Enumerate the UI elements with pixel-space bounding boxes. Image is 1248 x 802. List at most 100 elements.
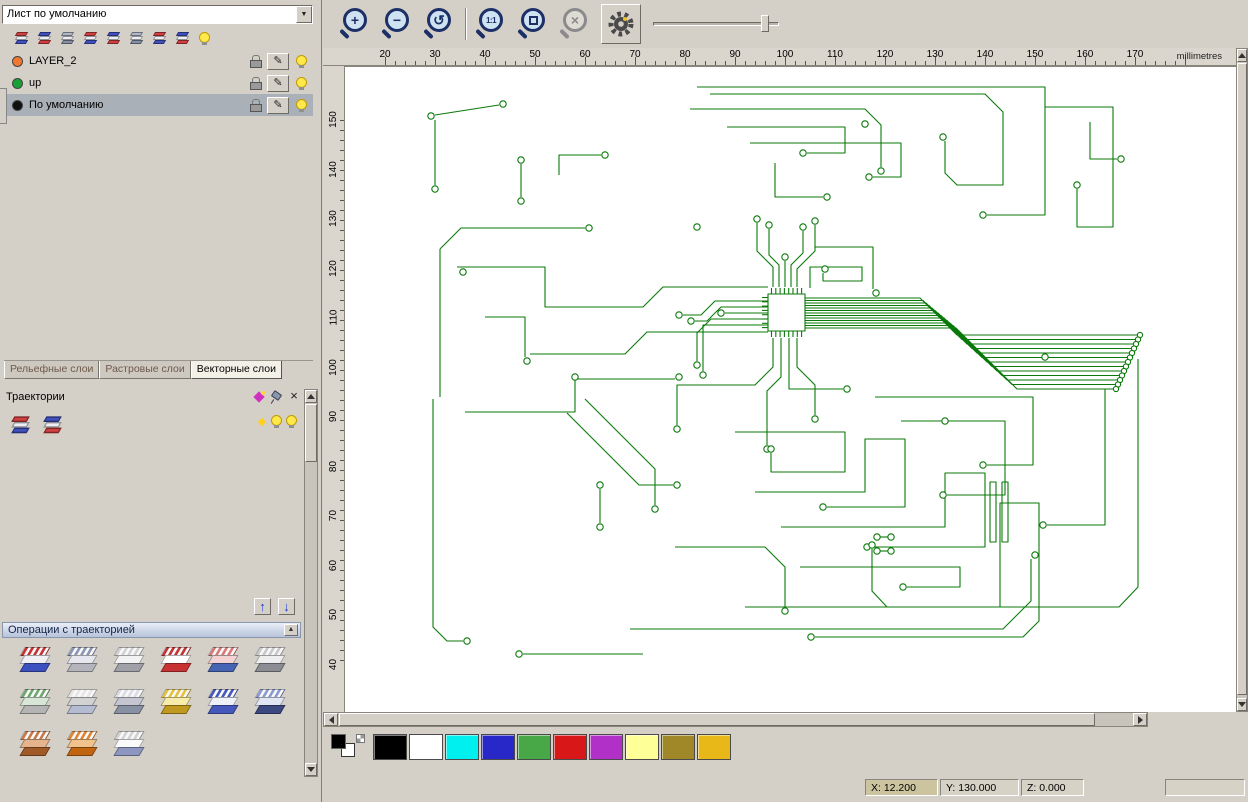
toolpath-list-icon[interactable] [42, 415, 64, 436]
palette-swatch[interactable] [409, 734, 443, 760]
dropdown-arrow-icon[interactable]: ▼ [296, 6, 312, 23]
layer-row[interactable]: LAYER_2 ✎ [0, 50, 313, 72]
toolpath-operation-icon[interactable] [63, 644, 101, 678]
ruler-minor-ticks [340, 120, 344, 665]
layer-visibility-bulb-icon[interactable] [295, 98, 307, 112]
scroll-up-button[interactable] [1237, 49, 1247, 62]
scrollbar-thumb[interactable] [339, 713, 1095, 726]
layer-tool-icon[interactable] [106, 31, 122, 46]
sparkle-icon[interactable] [257, 417, 267, 427]
layer-visibility-bulb-icon[interactable] [295, 54, 307, 68]
pin-icon[interactable] [270, 391, 282, 404]
transparency-checker-icon[interactable] [356, 734, 365, 743]
toolpath-operation-icon[interactable] [16, 644, 54, 678]
collapse-section-button[interactable]: ▲ [284, 624, 298, 636]
toolpaths-panel-header: Траектории × [2, 389, 301, 405]
layer-tab[interactable]: Растровые слои [99, 361, 191, 379]
edit-layer-button[interactable]: ✎ [267, 96, 289, 114]
layer-row[interactable]: По умолчанию ✎ [0, 94, 313, 116]
layer-row[interactable]: up ✎ [0, 72, 313, 94]
layer-tool-icon[interactable] [175, 31, 191, 46]
toolpath-bulb-icon[interactable] [270, 415, 282, 428]
canvas-horizontal-scrollbar[interactable] [323, 712, 1148, 727]
scroll-up-button[interactable] [305, 390, 317, 403]
toolpath-operation-icon[interactable] [110, 644, 148, 678]
toggle-all-visibility-bulb-icon[interactable] [198, 31, 210, 45]
zoom-fit-button[interactable] [515, 6, 551, 42]
cursor-z-readout: Z: 0.000 [1021, 779, 1084, 796]
layer-tool-icon[interactable] [37, 31, 53, 46]
toolpath-operation-icon[interactable] [251, 644, 289, 678]
canvas-vertical-scrollbar[interactable] [1236, 48, 1248, 712]
toolpath-operation-icon[interactable] [63, 686, 101, 720]
scroll-down-button[interactable] [305, 763, 317, 776]
zoom-1to1-button[interactable]: 1:1 [473, 6, 509, 42]
scroll-left-button[interactable] [324, 713, 338, 726]
zoom-slider[interactable] [653, 14, 783, 34]
toolpath-operation-icon[interactable] [16, 728, 54, 762]
toolpath-operation-icon[interactable] [157, 644, 195, 678]
zoom-previous-button[interactable]: ↺ [421, 6, 457, 42]
layer-list: LAYER_2 ✎ up ✎ По умолчанию ✎ [0, 50, 313, 116]
toolpath-operation-icon[interactable] [110, 686, 148, 720]
palette-swatch[interactable] [661, 734, 695, 760]
panel-edge-grip[interactable] [0, 88, 7, 124]
layer-tab[interactable]: Векторные слои [190, 361, 282, 379]
toolpath-list-icon[interactable] [10, 415, 32, 436]
palette-swatch[interactable] [589, 734, 623, 760]
zoom-out-button[interactable]: − [379, 6, 415, 42]
palette-swatch[interactable] [445, 734, 479, 760]
toolpath-operation-icon[interactable] [110, 728, 148, 762]
layers-panel: Лист по умолчанию ▼ LAYER_2 ✎ up ✎ По ум… [0, 0, 322, 802]
toolpath-bulb-icon[interactable] [285, 415, 297, 428]
layer-tool-icon[interactable] [60, 31, 76, 46]
scrollbar-thumb[interactable] [305, 404, 317, 462]
triangle-down-icon [1238, 702, 1246, 711]
lock-icon[interactable] [250, 77, 262, 90]
toolpath-operation-icon[interactable] [16, 686, 54, 720]
layer-tool-icon[interactable] [152, 31, 168, 46]
foreground-color-swatch[interactable] [331, 734, 346, 749]
move-up-button[interactable]: ↑ [254, 598, 271, 615]
toolpath-operation-icon[interactable] [204, 644, 242, 678]
toolpath-operations-header[interactable]: Операции с траекторией ▲ [2, 622, 301, 638]
design-canvas[interactable] [345, 66, 1236, 712]
ruler-tick-label: 50 [328, 609, 339, 621]
edit-layer-button[interactable]: ✎ [267, 52, 289, 70]
triangle-down-icon [307, 767, 315, 776]
layer-tab[interactable]: Рельефные слои [4, 361, 100, 379]
zoom-in-button[interactable]: + [337, 6, 373, 42]
scrollbar-thumb[interactable] [1237, 63, 1247, 695]
palette-swatch[interactable] [481, 734, 515, 760]
scroll-down-button[interactable] [1237, 698, 1247, 711]
panel-scrollbar[interactable] [304, 389, 318, 777]
toolpath-operation-icon[interactable] [204, 686, 242, 720]
layer-tool-icon[interactable] [129, 31, 145, 46]
sheet-selector[interactable]: Лист по умолчанию ▼ [2, 5, 313, 24]
scroll-right-button[interactable] [1133, 713, 1147, 726]
move-down-button[interactable]: ↓ [278, 598, 295, 615]
foreground-background-color-indicator[interactable] [329, 733, 367, 761]
palette-swatch[interactable] [373, 734, 407, 760]
fit-square-icon [528, 15, 538, 25]
zoom-selection-button-disabled: × [557, 6, 593, 42]
toolpath-colorize-icon[interactable] [253, 391, 265, 403]
toolpath-operation-icon[interactable] [63, 728, 101, 762]
layer-tool-icon[interactable] [14, 31, 30, 46]
ruler-tick-label: 90 [328, 411, 339, 423]
palette-swatch[interactable] [517, 734, 551, 760]
triangle-left-icon [325, 715, 334, 724]
palette-swatch[interactable] [697, 734, 731, 760]
edit-layer-button[interactable]: ✎ [267, 74, 289, 92]
layer-tool-icon[interactable] [83, 31, 99, 46]
toolpath-operation-icon[interactable] [157, 686, 195, 720]
lock-icon[interactable] [250, 99, 262, 112]
palette-swatch[interactable] [553, 734, 587, 760]
toolpath-operation-icon[interactable] [251, 686, 289, 720]
layer-visibility-bulb-icon[interactable] [295, 76, 307, 90]
tool-settings-button[interactable] [601, 4, 641, 44]
lock-icon[interactable] [250, 55, 262, 68]
palette-swatch[interactable] [625, 734, 659, 760]
close-icon[interactable]: × [287, 389, 301, 404]
slider-thumb[interactable] [761, 15, 769, 32]
